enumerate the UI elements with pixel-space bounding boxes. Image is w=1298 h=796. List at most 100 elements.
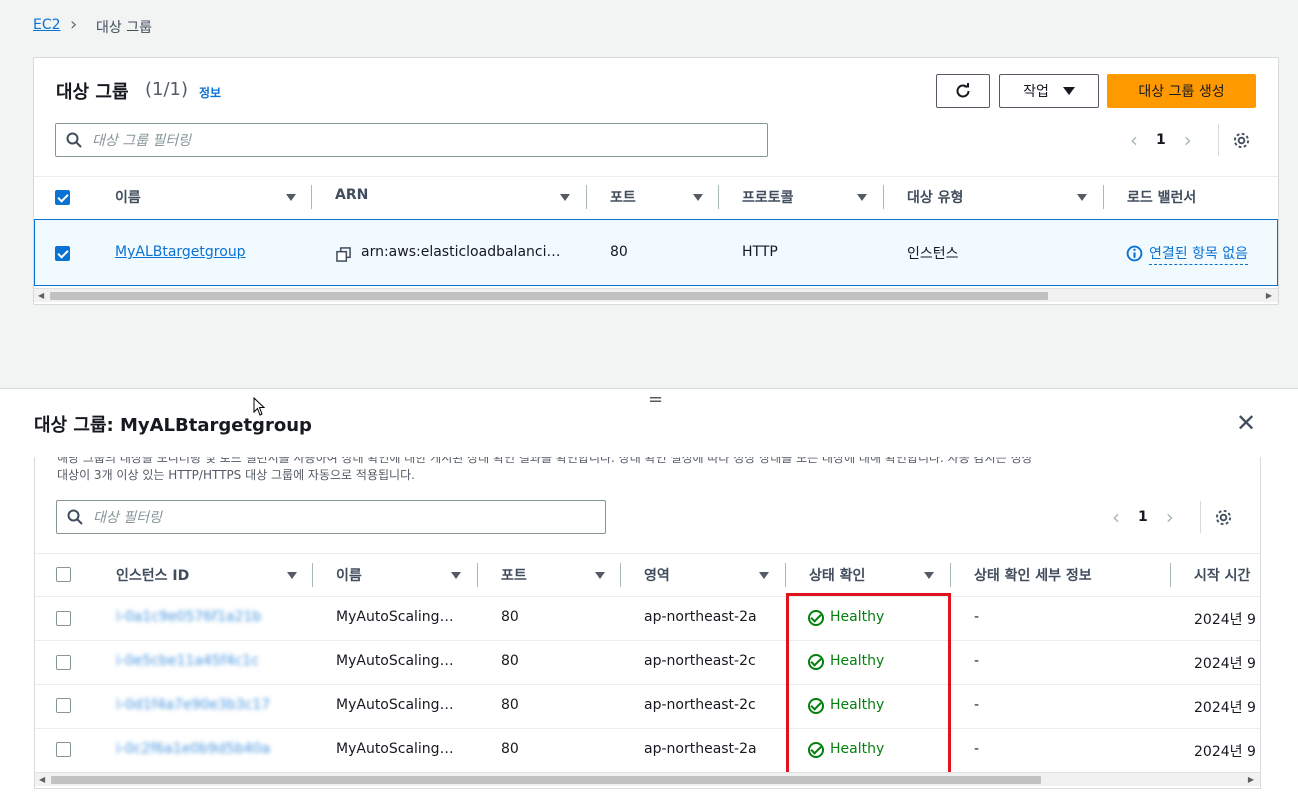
settings-gear-icon[interactable] — [1214, 508, 1233, 527]
column-resizer[interactable] — [311, 185, 312, 209]
scroll-thumb[interactable] — [50, 292, 1048, 300]
target-group-name-link[interactable]: MyALBtargetgroup — [115, 244, 246, 260]
copy-icon[interactable] — [336, 247, 351, 262]
breadcrumb-ec2-link[interactable]: EC2 — [33, 17, 61, 33]
select-all-checkbox[interactable] — [55, 190, 70, 205]
health-details: - — [974, 653, 980, 669]
column-resizer[interactable] — [620, 563, 621, 587]
horizontal-scrollbar[interactable]: ◀ ▶ — [34, 288, 1278, 302]
protocol-value: HTTP — [742, 244, 778, 260]
info-circle-icon — [1126, 245, 1143, 262]
row-checkbox[interactable] — [56, 698, 71, 713]
zone-value: ap-northeast-2a — [644, 741, 757, 757]
horizontal-scrollbar[interactable]: ◀ ▶ — [35, 772, 1260, 786]
refresh-button[interactable] — [936, 74, 990, 108]
col-start-time-header[interactable]: 시작 시간 — [1194, 565, 1260, 585]
col-arn-header[interactable]: ARN — [335, 187, 368, 203]
load-balancer-none-link[interactable]: 연결된 항목 없음 — [1149, 243, 1249, 265]
sort-caret-icon[interactable] — [924, 572, 934, 579]
sort-caret-icon[interactable] — [595, 572, 605, 579]
start-time: 2024년 9 — [1194, 656, 1256, 672]
drag-handle-icon[interactable]: = — [648, 389, 663, 410]
instance-name: MyAutoScaling… — [336, 609, 454, 625]
column-resizer[interactable] — [477, 563, 478, 587]
column-resizer[interactable] — [883, 185, 884, 209]
split-panel-title: 대상 그룹: MyALBtargetgroup — [34, 415, 312, 436]
port-value: 80 — [610, 244, 628, 260]
instance-name: MyAutoScaling… — [336, 741, 454, 757]
select-all-checkbox[interactable] — [56, 567, 71, 582]
col-protocol-header[interactable]: 프로토콜 — [742, 187, 794, 207]
start-time: 2024년 9 — [1194, 744, 1256, 760]
scroll-left-icon[interactable]: ◀ — [38, 289, 44, 303]
caret-down-icon — [1062, 87, 1075, 95]
scroll-thumb[interactable] — [51, 776, 1041, 784]
chevron-left-icon[interactable]: ‹ — [1112, 505, 1120, 529]
zone-value: ap-northeast-2c — [644, 697, 756, 713]
column-resizer[interactable] — [1170, 563, 1171, 587]
scroll-right-icon[interactable]: ▶ — [1266, 289, 1272, 303]
sort-caret-icon[interactable] — [451, 572, 461, 579]
scroll-right-icon[interactable]: ▶ — [1248, 773, 1254, 787]
settings-gear-icon[interactable] — [1232, 131, 1251, 150]
table-top-border — [35, 553, 1260, 554]
target-group-filter-input[interactable]: 대상 그룹 필터링 — [55, 123, 768, 157]
instance-id-link[interactable]: i-0e5cbe11a45f4c1c — [116, 653, 259, 669]
row-checkbox[interactable] — [56, 655, 71, 670]
actions-label: 작업 — [1023, 84, 1049, 100]
col-instance-id-header[interactable]: 인스턴스 ID — [116, 565, 189, 585]
col-health-details-header[interactable]: 상태 확인 세부 정보 — [974, 565, 1092, 585]
sort-caret-icon[interactable] — [287, 572, 297, 579]
create-target-group-button[interactable]: 대상 그룹 생성 — [1107, 74, 1256, 108]
pagination: ‹ 1 › — [1130, 128, 1192, 152]
port-value: 80 — [501, 653, 519, 669]
arn-value: arn:aws:elasticloadbalanci… — [361, 244, 561, 260]
row-checkbox[interactable] — [56, 611, 71, 626]
health-details: - — [974, 741, 980, 757]
actions-button[interactable]: 작업 — [999, 74, 1099, 108]
target-filter-input[interactable]: 대상 필터링 — [56, 500, 606, 534]
col-load-balancer-header[interactable]: 로드 밸런서 — [1127, 187, 1196, 207]
scroll-left-icon[interactable]: ◀ — [39, 773, 45, 787]
col-health-header[interactable]: 상태 확인 — [809, 565, 865, 585]
chevron-left-icon[interactable]: ‹ — [1130, 128, 1138, 152]
row-checkbox[interactable] — [55, 246, 70, 261]
col-target-type-header[interactable]: 대상 유형 — [907, 187, 963, 207]
col-name-header[interactable]: 이름 — [115, 187, 141, 207]
sort-caret-icon[interactable] — [857, 194, 867, 201]
sort-caret-icon[interactable] — [286, 194, 296, 201]
sort-caret-icon[interactable] — [560, 194, 570, 201]
column-resizer[interactable] — [785, 563, 786, 587]
table-top-border — [34, 176, 1278, 177]
sort-caret-icon[interactable] — [1077, 194, 1087, 201]
column-resizer[interactable] — [586, 185, 587, 209]
page-number[interactable]: 1 — [1138, 509, 1148, 525]
instance-id-link[interactable]: i-0d1f4a7e90e3b3c17 — [116, 697, 270, 713]
instance-name: MyAutoScaling… — [336, 653, 454, 669]
refresh-icon — [956, 83, 970, 98]
health-highlight-box — [786, 593, 951, 778]
row-checkbox[interactable] — [56, 742, 71, 757]
instance-id-link[interactable]: i-0c2f6a1e0b9d5b40a — [116, 741, 270, 757]
breadcrumb-current: 대상 그룹 — [96, 20, 152, 36]
close-icon[interactable]: ✕ — [1236, 409, 1256, 437]
sort-caret-icon[interactable] — [759, 572, 769, 579]
col-name-header[interactable]: 이름 — [336, 565, 362, 585]
chevron-right-icon[interactable]: › — [1184, 128, 1192, 152]
page-number[interactable]: 1 — [1156, 132, 1166, 148]
column-resizer[interactable] — [718, 185, 719, 209]
search-icon — [66, 132, 82, 148]
chevron-right-icon[interactable]: › — [1166, 505, 1174, 529]
column-resizer[interactable] — [312, 563, 313, 587]
column-resizer[interactable] — [1103, 185, 1104, 209]
col-port-header[interactable]: 포트 — [501, 565, 527, 585]
instance-id-link[interactable]: i-0a1c9e0576f1a21b — [116, 609, 261, 625]
health-details: - — [974, 609, 980, 625]
sort-caret-icon[interactable] — [693, 194, 703, 201]
start-time: 2024년 9 — [1194, 612, 1256, 628]
info-link[interactable]: 정보 — [199, 84, 221, 101]
column-resizer[interactable] — [950, 563, 951, 587]
col-port-header[interactable]: 포트 — [610, 187, 636, 207]
col-zone-header[interactable]: 영역 — [644, 565, 670, 585]
panel-title: 대상 그룹 — [56, 82, 129, 103]
